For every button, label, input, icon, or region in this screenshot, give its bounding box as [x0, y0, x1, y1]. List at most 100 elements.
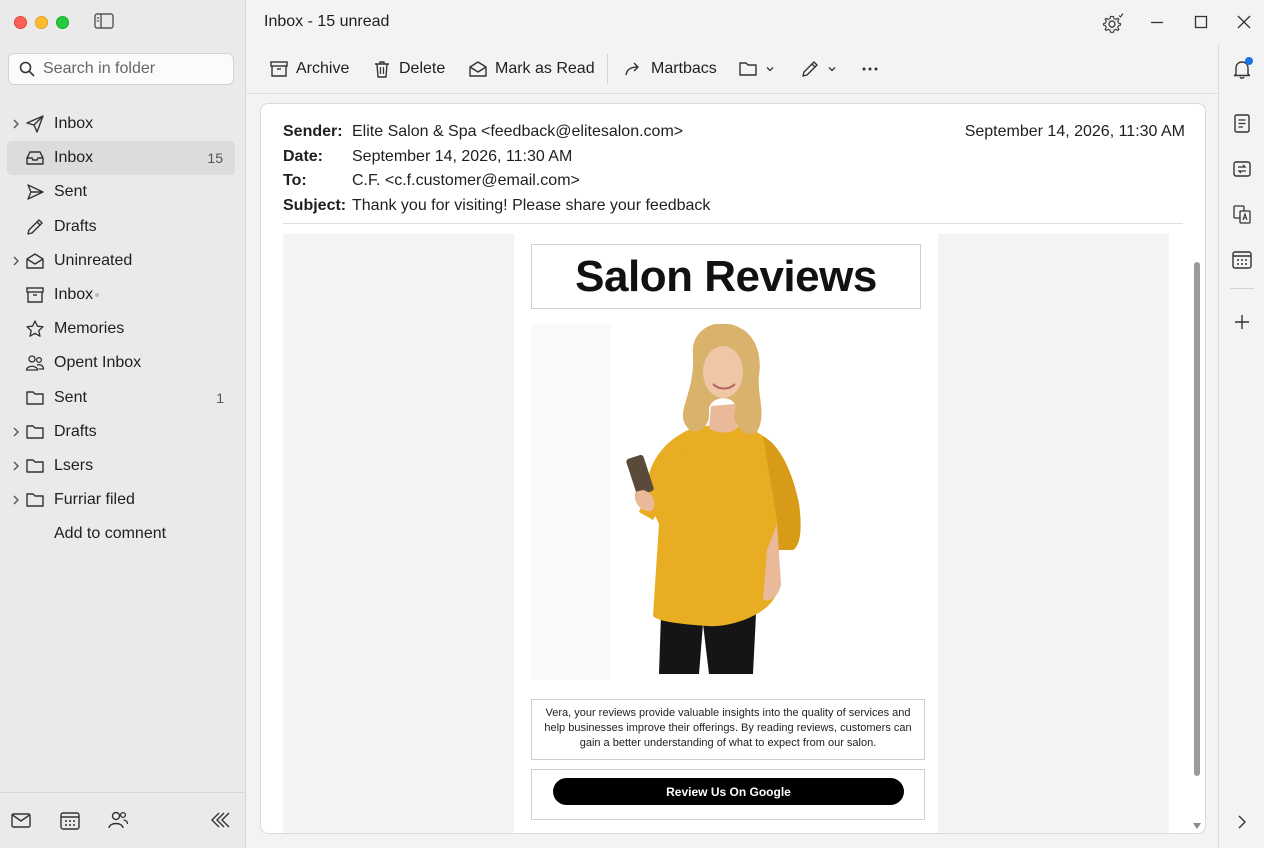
scrollbar-thumb[interactable]: [1194, 262, 1200, 776]
folder-icon: [25, 422, 45, 442]
trash-icon: [372, 59, 392, 79]
close-icon[interactable]: [1234, 12, 1254, 32]
chevron-right-icon[interactable]: [10, 255, 22, 267]
forward-button[interactable]: Martbacs: [624, 57, 717, 81]
email-card: Salon Reviews Vera, your reviews provide…: [514, 234, 938, 833]
calendar-icon[interactable]: [1231, 248, 1253, 270]
notification-badge: [1245, 57, 1253, 65]
sidebar-item-inbox-account[interactable]: Inbox: [0, 107, 246, 141]
review-us-on-google-button[interactable]: Review Us On Google: [553, 778, 904, 805]
folder-list: Inbox Inbox 15 Sent Drafts Uninreated In…: [0, 107, 246, 551]
star-icon: [25, 319, 45, 339]
to-value[interactable]: C.F. <c.f.customer@email.com>: [352, 169, 580, 194]
email-paragraph: Vera, your reviews provide valuable insi…: [531, 699, 925, 760]
email-heading: Salon Reviews: [531, 244, 921, 309]
archive-label: Archive: [296, 60, 350, 77]
date-row: Date: September 14, 2026, 11:30 AM: [283, 145, 710, 170]
collapse-sidebar-icon[interactable]: [209, 809, 233, 833]
status-dot: [95, 292, 100, 297]
sidebar-item-sent-folder[interactable]: Sent 1: [0, 381, 246, 415]
calendar-icon[interactable]: [59, 809, 83, 833]
archive-icon: [269, 59, 289, 79]
add-icon[interactable]: [1231, 311, 1253, 333]
sidebar-item-label: Lsers: [54, 456, 94, 474]
chevron-right-icon[interactable]: [1231, 811, 1253, 833]
subject-row: Subject: Thank you for visiting! Please …: [283, 194, 710, 219]
pencil-icon: [800, 59, 820, 79]
sidebar-item-furriar-filed[interactable]: Furriar filed: [0, 483, 246, 517]
more-dots-icon: [860, 59, 880, 79]
sender-value[interactable]: Elite Salon & Spa <feedback@elitesalon.c…: [352, 120, 683, 145]
sync-icon[interactable]: [1231, 158, 1253, 180]
sidebar-item-label: Inbox: [54, 115, 94, 132]
send-icon: [25, 114, 45, 134]
maximize-icon[interactable]: [1191, 12, 1211, 32]
add-to-comment-button[interactable]: Add to comnent: [0, 517, 246, 551]
archive-button[interactable]: Archive: [269, 57, 349, 81]
date-label: Date:: [283, 147, 324, 165]
message-header: Sender: Elite Salon & Spa <feedback@elit…: [283, 120, 710, 218]
chevron-right-icon[interactable]: [10, 426, 22, 438]
inbox-icon: [25, 148, 45, 168]
sidebar-item-opent-inbox[interactable]: Opent Inbox: [0, 346, 246, 380]
sender-row: Sender: Elite Salon & Spa <feedback@elit…: [283, 120, 710, 145]
sidebar-item-inbox-archive[interactable]: Inbox: [0, 278, 246, 312]
contacts-icon[interactable]: [107, 809, 131, 833]
chevron-right-icon[interactable]: [10, 118, 22, 130]
sidebar-item-sent[interactable]: Sent: [0, 175, 246, 209]
add-to-comment-label: Add to comnent: [54, 525, 167, 543]
sidebar-item-uninreated[interactable]: Uninreated: [0, 244, 246, 278]
header-divider: [283, 223, 1183, 224]
mail-icon[interactable]: [10, 809, 34, 833]
sidebar-footer: [0, 792, 246, 848]
minimize-icon[interactable]: [1147, 12, 1167, 32]
search-icon: [19, 61, 35, 77]
subject-value: Thank you for visiting! Please share you…: [352, 196, 711, 214]
sidebar-item-label: Inbox: [54, 149, 94, 167]
move-to-folder-button[interactable]: [738, 57, 775, 81]
envelope-open-icon: [25, 251, 45, 271]
sidebar-item-label: Inbox: [54, 286, 100, 304]
search-box[interactable]: [8, 53, 234, 85]
message-pane: Sender: Elite Salon & Spa <feedback@elit…: [260, 103, 1206, 834]
rail-divider: [1230, 288, 1254, 289]
sidebar-item-memories[interactable]: Memories: [0, 312, 246, 346]
chevron-right-icon[interactable]: [10, 460, 22, 472]
sidebar-item-inbox[interactable]: Inbox 15: [7, 141, 235, 176]
settings-gear-icon[interactable]: [1102, 12, 1124, 33]
folder-icon: [25, 456, 45, 476]
sidebar-item-label: Sent: [54, 183, 87, 201]
close-window-button[interactable]: [14, 16, 27, 29]
right-rail: [1218, 44, 1264, 848]
search-input[interactable]: [43, 60, 223, 78]
folder-icon: [25, 490, 45, 510]
vertical-scrollbar[interactable]: [1189, 234, 1205, 833]
translate-icon[interactable]: [1231, 203, 1253, 225]
forward-arrow-icon: [624, 59, 644, 79]
notes-icon[interactable]: [1231, 112, 1253, 134]
toolbar-divider: [607, 54, 608, 84]
scroll-down-arrow-icon[interactable]: [1193, 823, 1201, 829]
mark-as-read-button[interactable]: Mark as Read: [468, 57, 595, 81]
delete-button[interactable]: Delete: [372, 57, 445, 81]
sidebar-item-label: Furriar filed: [54, 491, 135, 509]
to-label: To:: [283, 172, 307, 189]
chevron-down-icon: [827, 64, 837, 74]
message-toolbar: Archive Delete Mark as Read Martbacs: [247, 44, 1218, 94]
sidebar-toggle-icon[interactable]: [94, 13, 116, 31]
chevron-right-icon[interactable]: [10, 494, 22, 506]
sidebar-item-label: Drafts: [54, 217, 97, 235]
email-body: Salon Reviews Vera, your reviews provide…: [283, 234, 1169, 833]
sidebar-item-label: Drafts: [54, 422, 97, 440]
sidebar-item-drafts[interactable]: Drafts: [0, 210, 246, 244]
minimize-window-button[interactable]: [35, 16, 48, 29]
unread-count: 1: [216, 389, 224, 406]
forward-label: Martbacs: [651, 60, 717, 77]
zoom-window-button[interactable]: [56, 16, 69, 29]
edit-button[interactable]: [800, 57, 837, 81]
title-bar: Inbox - 15 unread: [247, 0, 1251, 44]
sidebar-item-drafts-folder[interactable]: Drafts: [0, 415, 246, 449]
sidebar: Inbox Inbox 15 Sent Drafts Uninreated In…: [0, 0, 246, 848]
more-options-button[interactable]: [860, 57, 880, 81]
sidebar-item-lsers[interactable]: Lsers: [0, 449, 246, 483]
